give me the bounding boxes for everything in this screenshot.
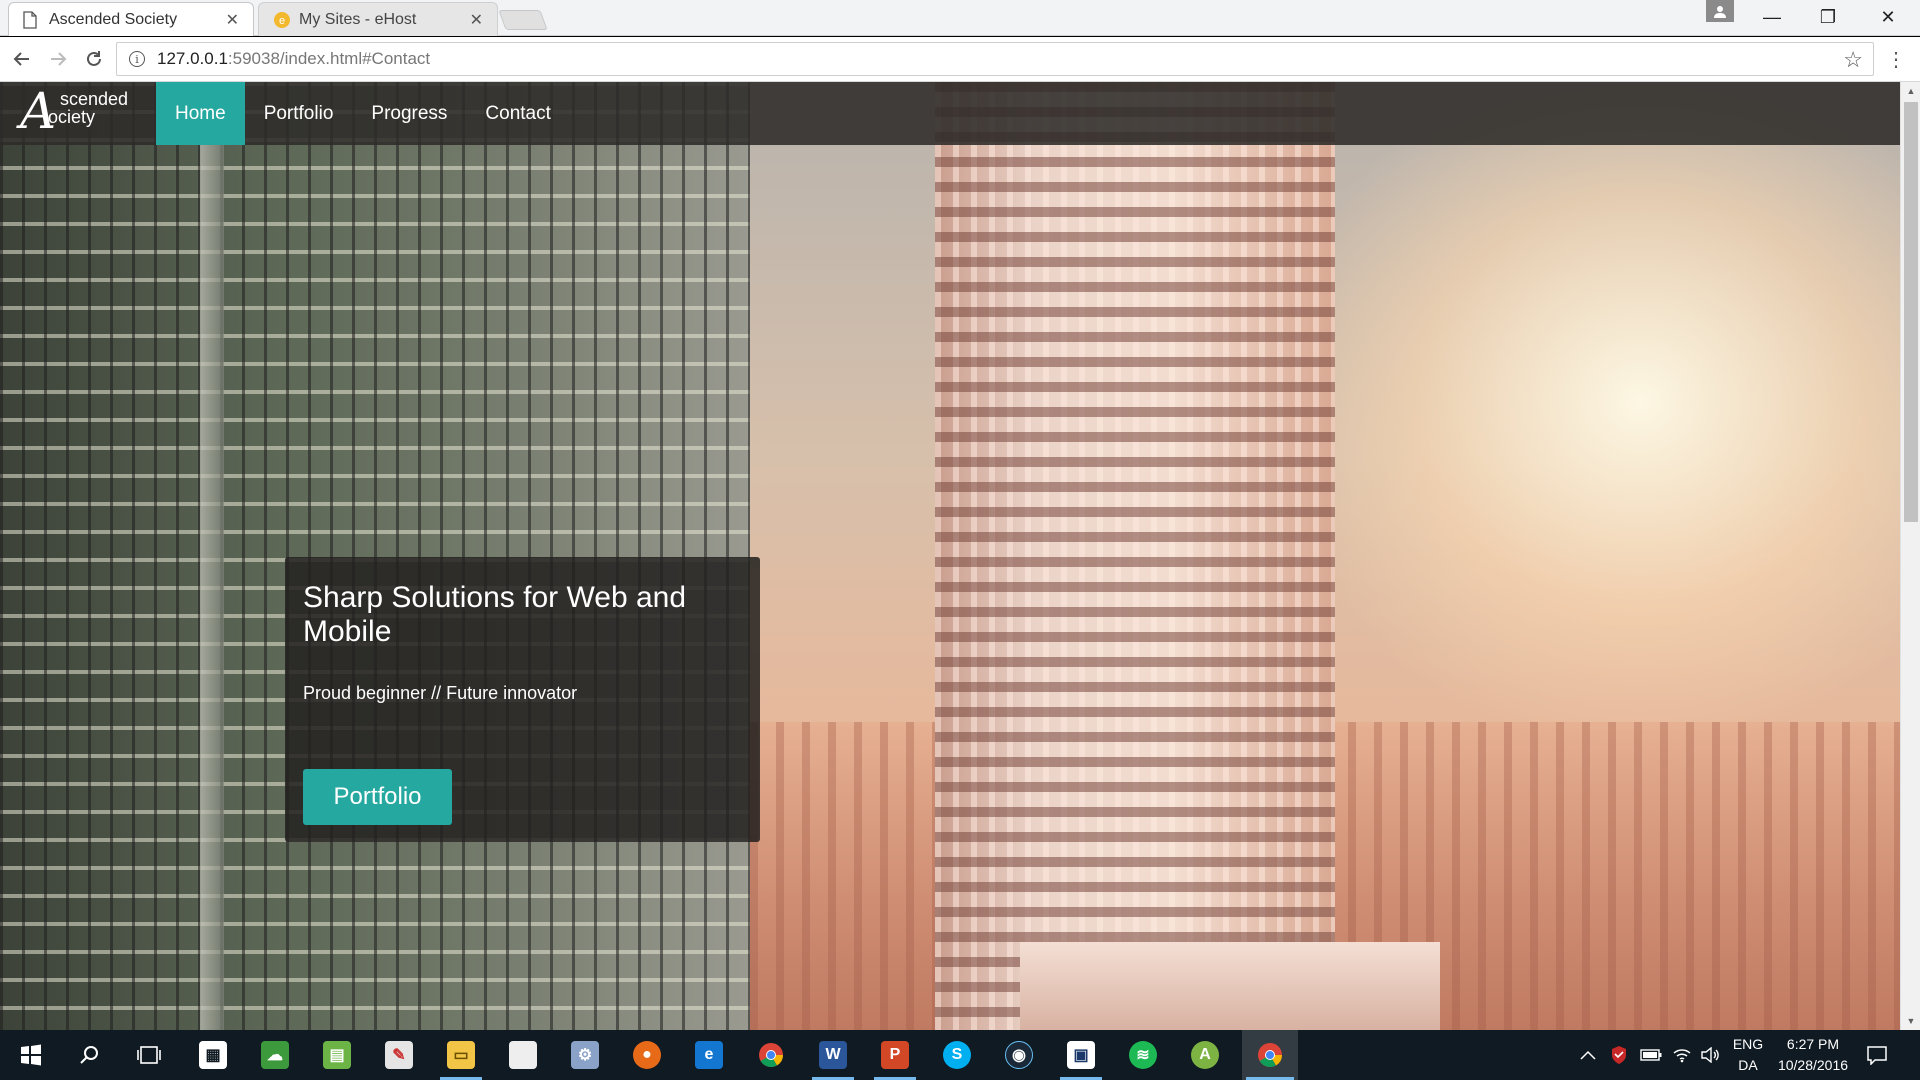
hero-background-tower	[935, 82, 1335, 1030]
new-tab-button[interactable]	[498, 10, 548, 30]
ehost-icon: e	[273, 11, 290, 29]
android-studio-icon[interactable]: A	[1180, 1030, 1230, 1080]
keyboard-layout: DA	[1738, 1057, 1758, 1073]
chrome-active-icon[interactable]	[1242, 1030, 1298, 1080]
word-icon[interactable]: W	[808, 1030, 858, 1080]
taskbar: ▦ ☁ ▤ ✎ ▭ ⚙ ● e W P S ◉ ▣ ≋ A ENG DA 6:2…	[0, 1030, 1920, 1080]
nav-home[interactable]: Home	[156, 82, 245, 145]
spotify-icon[interactable]: ≋	[1118, 1030, 1168, 1080]
edge-icon[interactable]: e	[684, 1030, 734, 1080]
search-icon[interactable]	[64, 1030, 114, 1080]
file-explorer-icon[interactable]: ▭	[436, 1030, 486, 1080]
logo-line-2: ociety	[48, 107, 96, 127]
tab-my-sites[interactable]: e My Sites - eHost ✕	[258, 2, 498, 36]
site-logo[interactable]: A scended ociety	[0, 82, 156, 145]
info-icon[interactable]: i	[129, 51, 145, 67]
scroll-down-icon[interactable]: ▼	[1901, 1012, 1920, 1030]
language-code: ENG	[1732, 1036, 1764, 1052]
minimize-button[interactable]: —	[1744, 0, 1800, 34]
app-icon-2[interactable]: ▣	[1056, 1030, 1106, 1080]
portfolio-button[interactable]: Portfolio	[303, 769, 452, 825]
hero-tagline: Proud beginner // Future innovator	[303, 683, 578, 703]
hero-background-building	[0, 82, 750, 1030]
site-navbar: A scended ociety Home Portfolio Progress…	[0, 82, 1900, 145]
hero-background-detail	[200, 82, 224, 1030]
paint-icon[interactable]: ✎	[374, 1030, 424, 1080]
hero-background-rooftop	[1020, 942, 1440, 1030]
scroll-thumb[interactable]	[1904, 102, 1918, 522]
close-tab-icon[interactable]: ✕	[226, 10, 239, 30]
nav-portfolio[interactable]: Portfolio	[245, 82, 353, 145]
windows-start-icon[interactable]	[6, 1030, 56, 1080]
hero-title: Sharp Solutions for Web and Mobile	[303, 581, 687, 648]
notepad-icon[interactable]	[498, 1030, 548, 1080]
steam-icon[interactable]: ◉	[994, 1030, 1044, 1080]
address-bar[interactable]: i 127.0.0.1:59038/index.html#Contact ☆	[116, 42, 1874, 76]
tab-title: Ascended Society	[49, 10, 178, 28]
browser-toolbar: i 127.0.0.1:59038/index.html#Contact ☆ ⋮	[0, 37, 1920, 82]
chrome-icon[interactable]	[746, 1030, 796, 1080]
close-window-button[interactable]: ✕	[1860, 0, 1916, 34]
url-path: :59038/index.html#Contact	[227, 49, 431, 68]
tab-title: My Sites - eHost	[299, 10, 417, 28]
page-scrollbar[interactable]: ▲ ▼	[1900, 82, 1920, 1030]
bookmark-star-icon[interactable]: ☆	[1843, 47, 1863, 73]
powerpoint-icon[interactable]: P	[870, 1030, 920, 1080]
reload-icon[interactable]	[78, 43, 110, 75]
svg-text:e: e	[279, 15, 285, 27]
clock-date: 10/28/2016	[1777, 1057, 1849, 1073]
system-clock[interactable]: 6:27 PM 10/28/2016	[1768, 1034, 1858, 1076]
task-view-icon[interactable]	[124, 1030, 174, 1080]
url-host: 127.0.0.1	[157, 49, 228, 68]
action-center-icon[interactable]	[1866, 1030, 1888, 1080]
evernote-icon[interactable]: ▤	[312, 1030, 362, 1080]
app-icon[interactable]: ⚙	[560, 1030, 610, 1080]
forward-icon[interactable]	[42, 43, 74, 75]
tab-ascended-society[interactable]: Ascended Society ✕	[8, 2, 254, 36]
security-shield-icon[interactable]	[1610, 1030, 1628, 1080]
clock-time: 6:27 PM	[1786, 1036, 1840, 1052]
show-hidden-icons[interactable]	[1580, 1030, 1596, 1080]
store-icon[interactable]: ▦	[188, 1030, 238, 1080]
scroll-up-icon[interactable]: ▲	[1901, 82, 1920, 100]
volume-icon[interactable]	[1700, 1030, 1720, 1080]
close-tab-icon[interactable]: ✕	[470, 10, 483, 30]
skype-icon[interactable]: S	[932, 1030, 982, 1080]
nav-progress[interactable]: Progress	[352, 82, 466, 145]
page-icon	[23, 10, 39, 29]
battery-icon[interactable]	[1640, 1030, 1662, 1080]
web-page: A scended ociety Home Portfolio Progress…	[0, 82, 1900, 1030]
wifi-icon[interactable]	[1672, 1030, 1692, 1080]
tab-strip: Ascended Society ✕ e My Sites - eHost ✕ …	[0, 0, 1920, 36]
firefox-icon[interactable]: ●	[622, 1030, 672, 1080]
restore-button[interactable]: ❐	[1800, 0, 1856, 34]
xbox-icon[interactable]: ☁	[250, 1030, 300, 1080]
nav-contact[interactable]: Contact	[466, 82, 569, 145]
profile-icon[interactable]	[1706, 0, 1734, 22]
input-language[interactable]: ENG DA	[1728, 1034, 1768, 1076]
hero-card: Sharp Solutions for Web and Mobile Proud…	[285, 557, 760, 842]
back-icon[interactable]	[6, 43, 38, 75]
chrome-menu-icon[interactable]: ⋮	[1884, 43, 1908, 75]
